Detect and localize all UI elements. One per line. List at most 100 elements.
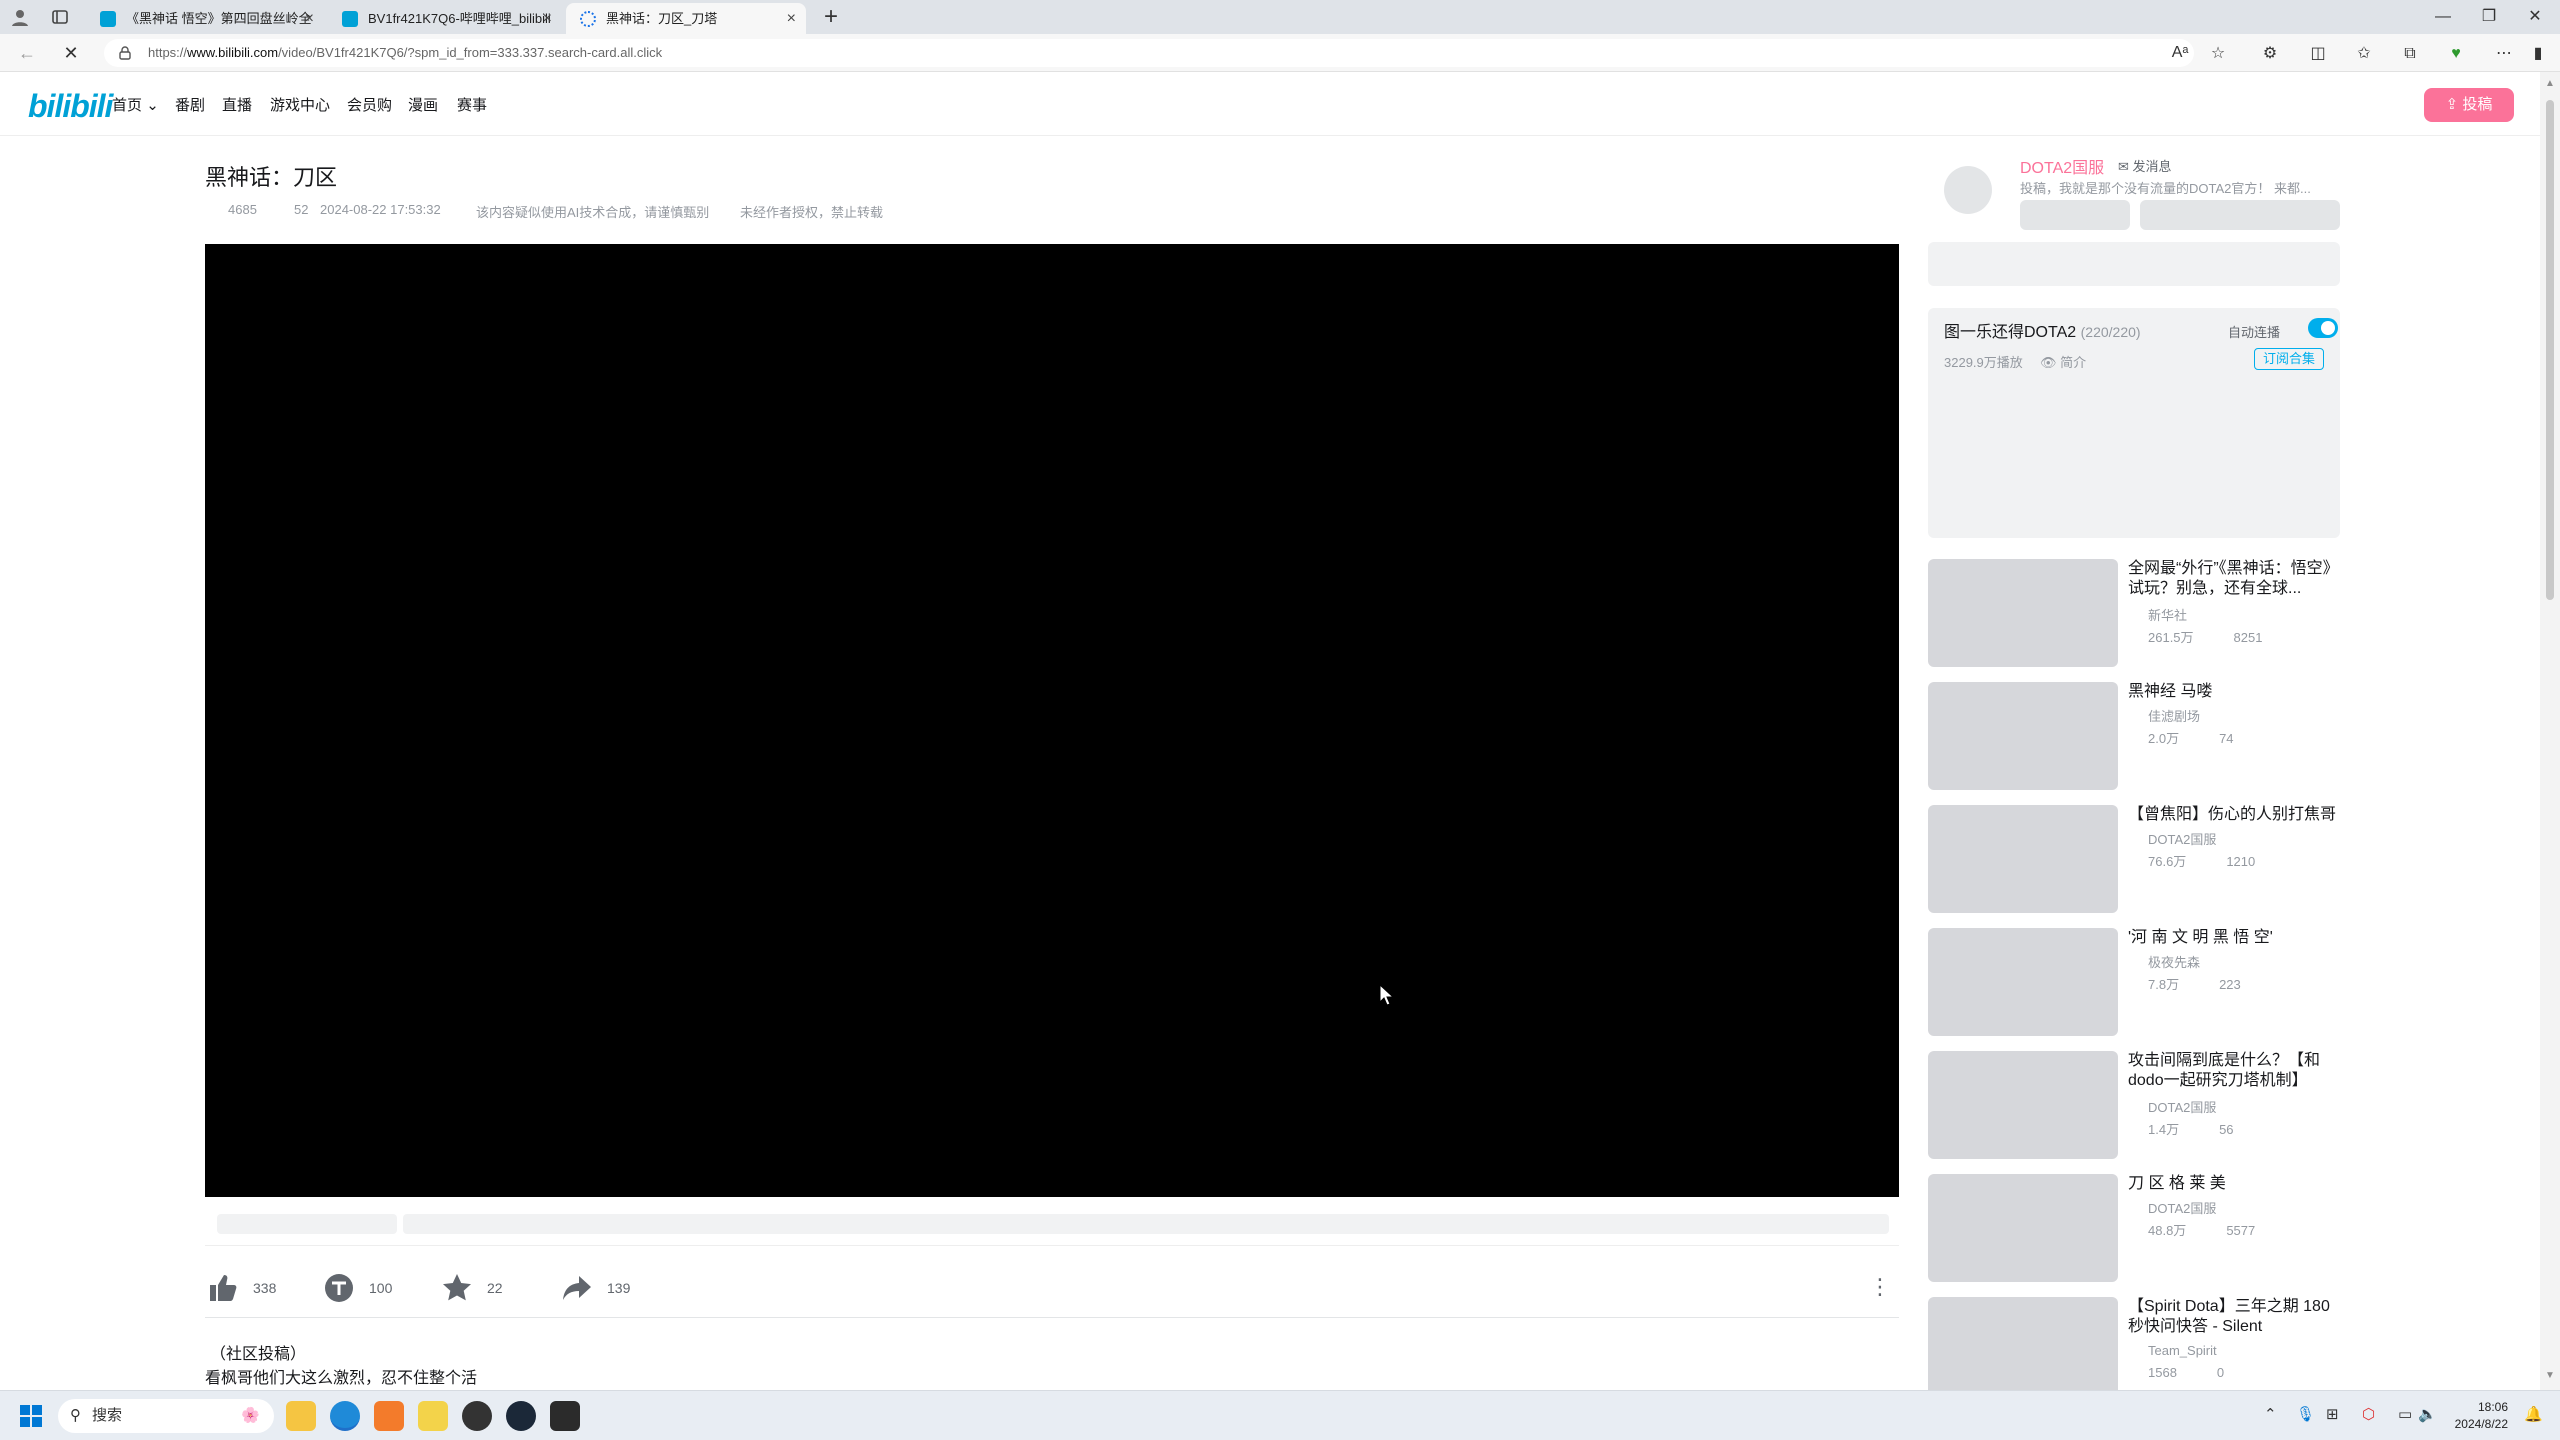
url-field[interactable]: https://www.bilibili.com/video/BV1fr421K…: [104, 39, 2194, 67]
rec-author[interactable]: 新华社: [2148, 605, 2187, 624]
collections-icon[interactable]: ⧉: [2400, 44, 2420, 64]
bilibili-favicon-icon: [100, 11, 116, 27]
lock-icon[interactable]: [118, 46, 132, 60]
rec-card[interactable]: 【曾焦阳】伤心的人别打焦哥 DOTA2国服 76.6万 1210: [1928, 805, 2340, 913]
rec-title[interactable]: 黑神经 马喽: [2128, 682, 2340, 702]
app-icon-yellow[interactable]: [418, 1401, 448, 1431]
bilibili-logo[interactable]: bilibili: [28, 88, 113, 125]
rec-author[interactable]: 极夜先森: [2148, 952, 2200, 971]
close-window-button[interactable]: ✕: [2512, 0, 2558, 34]
page-scrollbar[interactable]: ▲ ▼: [2540, 72, 2560, 1390]
more-options-icon[interactable]: ⋮: [1869, 1274, 1891, 1300]
nav-mall[interactable]: 会员购: [347, 94, 392, 115]
send-message-link[interactable]: ✉ 发消息: [2118, 156, 2172, 175]
rec-thumbnail[interactable]: [1928, 1174, 2118, 1282]
rec-card[interactable]: 攻击间隔到底是什么？【和dodo一起研究刀塔机制】 DOTA2国服 1.4万 56: [1928, 1051, 2340, 1159]
rec-author[interactable]: DOTA2国服: [2148, 1198, 2216, 1217]
rec-card[interactable]: 刀 区 格 莱 美 DOTA2国服 48.8万 5577: [1928, 1174, 2340, 1282]
tray-expand-icon[interactable]: ⌃: [2264, 1405, 2277, 1423]
read-aloud-icon[interactable]: Aᵃ: [2170, 43, 2190, 63]
rec-title[interactable]: 攻击间隔到底是什么？【和dodo一起研究刀塔机制】: [2128, 1051, 2340, 1091]
rec-thumbnail[interactable]: [1928, 1051, 2118, 1159]
profile-icon[interactable]: [10, 7, 30, 27]
tab-2[interactable]: BV1fr421K7Q6-哔哩哔哩_bilibili ×: [328, 3, 562, 34]
browser-essentials-icon[interactable]: ♥: [2446, 44, 2466, 64]
scroll-thumb[interactable]: [2546, 100, 2554, 600]
close-tab-icon[interactable]: ×: [305, 3, 314, 34]
autoplay-toggle[interactable]: [2308, 318, 2338, 338]
scroll-up-icon[interactable]: ▲: [2544, 78, 2556, 90]
nav-esports[interactable]: 赛事: [457, 94, 487, 115]
rec-title[interactable]: 【曾焦阳】伤心的人别打焦哥: [2128, 805, 2340, 825]
rec-title[interactable]: 刀 区 格 莱 美: [2128, 1174, 2340, 1194]
tab-3-active[interactable]: 黑神话：刀区_刀塔 ×: [566, 3, 806, 34]
close-tab-icon[interactable]: ×: [543, 3, 552, 34]
favorites-icon[interactable]: ✩: [2354, 44, 2374, 64]
collection-title[interactable]: 图一乐还得DOTA2 (220/220): [1944, 318, 2141, 342]
nav-manga[interactable]: 漫画: [408, 94, 438, 115]
rec-card[interactable]: 全网最“外行”《黑神话：悟空》试玩？别急，还有全球... 新华社 261.5万 8…: [1928, 559, 2340, 667]
game-app-icon[interactable]: [550, 1401, 580, 1431]
charge-button-placeholder[interactable]: [2020, 200, 2130, 230]
nav-game-center[interactable]: 游戏中心: [270, 94, 330, 115]
uploader-avatar[interactable]: [1944, 166, 1992, 214]
rec-title[interactable]: '河 南 文 明 黑 悟 空': [2128, 928, 2340, 948]
new-tab-button[interactable]: +: [815, 3, 847, 31]
rec-thumbnail[interactable]: [1928, 928, 2118, 1036]
rec-thumbnail[interactable]: [1928, 559, 2118, 667]
minimize-button[interactable]: —: [2420, 0, 2466, 34]
favorite-star-icon[interactable]: ☆: [2208, 44, 2228, 64]
nav-bangumi[interactable]: 番剧: [175, 94, 205, 115]
rec-thumbnail[interactable]: [1928, 682, 2118, 790]
tab-actions-icon[interactable]: [50, 7, 70, 27]
rec-card[interactable]: 【Spirit Dota】三年之期 180秒快问快答 - Silent Team…: [1928, 1297, 2340, 1390]
like-button[interactable]: 338: [207, 1270, 287, 1306]
nav-home[interactable]: 首页 ⌄: [112, 94, 159, 115]
stop-loading-button[interactable]: ✕: [58, 40, 84, 66]
favorite-button[interactable]: 22: [441, 1270, 521, 1306]
rec-title[interactable]: 【Spirit Dota】三年之期 180秒快问快答 - Silent: [2128, 1297, 2340, 1337]
split-screen-icon[interactable]: ◫: [2308, 44, 2328, 64]
coin-button[interactable]: 100: [323, 1270, 403, 1306]
rec-card[interactable]: 黑神经 马喽 佳滤剧场 2.0万 74: [1928, 682, 2340, 790]
rec-author[interactable]: Team_Spirit: [2148, 1343, 2217, 1358]
notification-bell-icon[interactable]: 🔔: [2524, 1405, 2543, 1423]
upload-button[interactable]: ⇪ 投稿: [2424, 88, 2514, 122]
back-button[interactable]: ←: [14, 40, 40, 66]
close-tab-icon[interactable]: ×: [787, 3, 796, 34]
video-player[interactable]: [205, 244, 1899, 1197]
steam-icon[interactable]: [506, 1401, 536, 1431]
edge-browser-icon[interactable]: [330, 1401, 360, 1431]
rec-author[interactable]: 佳滤剧场: [2148, 706, 2200, 725]
input-method-icon[interactable]: ⊞: [2326, 1405, 2339, 1423]
share-button[interactable]: 139: [561, 1270, 641, 1306]
follow-button-placeholder[interactable]: [2140, 200, 2340, 230]
app-icon-dark[interactable]: [462, 1401, 492, 1431]
nav-live[interactable]: 直播: [222, 94, 252, 115]
app-tray-icon[interactable]: ⬡: [2362, 1405, 2375, 1423]
rec-card[interactable]: '河 南 文 明 黑 悟 空' 极夜先森 7.8万 223: [1928, 928, 2340, 1036]
scroll-down-icon[interactable]: ▼: [2544, 1370, 2556, 1382]
volume-icon[interactable]: 🔈: [2418, 1405, 2437, 1423]
microphone-icon[interactable]: 🎙: [2296, 1405, 2315, 1423]
uploader-name[interactable]: DOTA2国服: [2020, 154, 2104, 178]
network-icon[interactable]: ▭: [2398, 1405, 2412, 1423]
restore-button[interactable]: ❐: [2466, 0, 2512, 34]
rec-thumbnail[interactable]: [1928, 805, 2118, 913]
rec-author[interactable]: DOTA2国服: [2148, 829, 2216, 848]
danmaku-input-placeholder[interactable]: [403, 1214, 1889, 1234]
rec-title[interactable]: 全网最“外行”《黑神话：悟空》试玩？别急，还有全球...: [2128, 559, 2340, 599]
rec-author[interactable]: DOTA2国服: [2148, 1097, 2216, 1116]
subscribe-collection-button[interactable]: 订阅合集: [2254, 348, 2324, 370]
tab-1[interactable]: 《黑神话 悟空》第四回盘丝岭全 ×: [86, 3, 324, 34]
file-explorer-icon[interactable]: [286, 1401, 316, 1431]
taskbar-clock[interactable]: 18:06 2024/8/22: [2448, 1399, 2508, 1433]
sidebar-toggle-icon[interactable]: ▮: [2528, 44, 2548, 64]
windows-start-icon[interactable]: [20, 1405, 42, 1427]
taskbar-search[interactable]: ⚲ 搜索 🌸: [58, 1399, 274, 1433]
app-icon-orange[interactable]: [374, 1401, 404, 1431]
collection-intro[interactable]: 👁 简介: [2040, 352, 2086, 371]
extensions-icon[interactable]: ⚙: [2260, 44, 2280, 64]
settings-more-icon[interactable]: ⋯: [2494, 44, 2514, 64]
rec-thumbnail[interactable]: [1928, 1297, 2118, 1390]
